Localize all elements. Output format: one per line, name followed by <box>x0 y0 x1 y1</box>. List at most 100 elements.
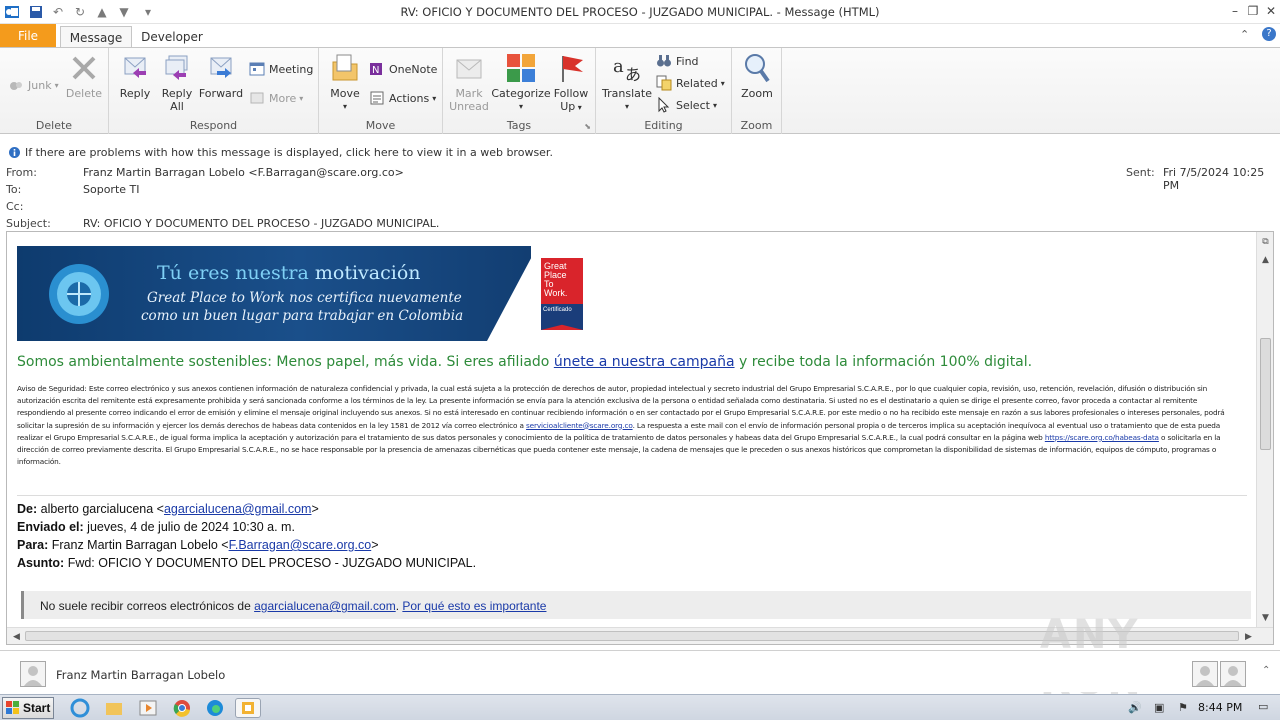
zoom-button[interactable]: Zoom <box>737 52 777 100</box>
join-campaign-link[interactable]: únete a nuestra campaña <box>554 354 735 370</box>
more-respond-button[interactable]: More ▾ <box>249 89 303 107</box>
windows-logo-icon <box>6 701 19 714</box>
select-cursor-icon <box>658 97 670 113</box>
window-title: RV: OFICIO Y DOCUMENTO DEL PROCESO - JUZ… <box>400 5 880 19</box>
gptw-banner-image: Tú eres nuestra motivación Great Place t… <box>17 246 531 341</box>
restore-button[interactable]: ❐ <box>1244 2 1262 20</box>
recipient-email-link[interactable]: F.Barragan@scare.org.co <box>229 538 372 552</box>
select-button[interactable]: Select ▾ <box>656 96 717 114</box>
file-explorer-icon[interactable] <box>104 698 124 718</box>
group-move: Move ▾ N OneNote Actions ▾ Move <box>319 48 443 134</box>
ribbon-tabs: File Message Developer ⌃ ? <box>0 24 1280 48</box>
junk-button[interactable]: Junk ▾ <box>8 76 59 94</box>
title-bar: ↶ ↻ ▲ ▼ ▾ RV: OFICIO Y DOCUMENTO DEL PRO… <box>0 0 1280 24</box>
close-button[interactable]: ✕ <box>1262 2 1280 20</box>
delete-icon <box>72 56 96 80</box>
expand-people-pane-icon[interactable]: ⌃ <box>1262 665 1270 676</box>
translate-button[interactable]: aあ Translate ▾ <box>602 52 652 113</box>
forward-button[interactable]: Forward <box>199 52 243 100</box>
scroll-corner-icon: ⧉ <box>1262 236 1269 247</box>
action-center-flag-icon[interactable]: ⚑ <box>1178 701 1188 714</box>
scroll-left-arrow-icon[interactable]: ◀ <box>9 629 24 644</box>
vertical-scrollbar[interactable]: ⧉ ▲ ▼ <box>1256 232 1273 628</box>
security-disclaimer: Aviso de Seguridad: Este correo electrón… <box>17 384 1225 467</box>
from-value[interactable]: Franz Martin Barragan Lobelo <F.Barragan… <box>83 166 404 179</box>
forwarded-from: De: alberto garcialucena <agarcialucena@… <box>17 502 319 516</box>
scroll-up-arrow-icon[interactable]: ▲ <box>1258 252 1273 267</box>
meeting-button[interactable]: Meeting <box>249 60 313 78</box>
chrome-icon[interactable] <box>172 698 192 718</box>
taskbar-clock[interactable]: 8:44 PM <box>1198 701 1242 714</box>
internet-explorer-icon[interactable] <box>70 698 90 718</box>
categorize-button[interactable]: Categorize ▾ <box>491 52 551 113</box>
find-button[interactable]: Find <box>656 52 699 70</box>
find-binoculars-icon <box>657 55 671 67</box>
forwarded-to: Para: Franz Martin Barragan Lobelo <F.Ba… <box>17 538 379 552</box>
sent-label: Sent: <box>1126 166 1155 179</box>
info-icon <box>9 147 20 158</box>
banner-headline: Tú eres nuestra motivación <box>157 262 421 284</box>
meeting-icon <box>249 62 265 76</box>
minimize-button[interactable]: – <box>1226 2 1244 20</box>
outlook-taskbar-icon[interactable] <box>235 698 261 718</box>
help-icon[interactable]: ? <box>1262 27 1276 41</box>
tab-developer[interactable]: Developer <box>136 26 208 48</box>
people-avatar-1[interactable] <box>1192 661 1218 687</box>
related-icon <box>656 75 672 91</box>
message-body[interactable]: Tú eres nuestra motivación Great Place t… <box>6 231 1274 645</box>
reply-button[interactable]: Reply <box>115 52 155 100</box>
media-player-icon[interactable] <box>138 698 158 718</box>
tab-message[interactable]: Message <box>60 26 132 48</box>
group-label-tags: Tags <box>506 119 532 132</box>
group-label-editing: Editing <box>644 119 683 132</box>
group-zoom: Zoom Zoom <box>732 48 782 134</box>
mark-unread-icon <box>456 59 482 79</box>
start-button[interactable]: Start <box>2 697 54 719</box>
from-label: From: <box>6 166 37 179</box>
why-important-link[interactable]: Por qué esto es importante <box>402 599 546 613</box>
vertical-scroll-thumb[interactable] <box>1260 338 1271 450</box>
categorize-icon <box>507 54 535 82</box>
svg-text:あ: あ <box>625 65 641 84</box>
customer-service-email-link[interactable]: servicioalcliente@scare.org.co <box>526 421 633 430</box>
actions-button[interactable]: Actions ▾ <box>369 89 436 107</box>
people-pane-name[interactable]: Franz Martin Barragan Lobelo <box>56 668 225 682</box>
reply-icon <box>124 57 146 78</box>
collapse-ribbon-icon[interactable]: ⌃ <box>1240 28 1249 41</box>
people-pane: Franz Martin Barragan Lobelo ⌃ <box>0 650 1280 692</box>
tab-file[interactable]: File <box>0 24 56 48</box>
edge-icon[interactable] <box>205 698 225 718</box>
volume-icon[interactable]: 🔊 <box>1128 701 1142 714</box>
to-label: To: <box>6 183 22 196</box>
zoom-magnifier-icon <box>745 54 770 83</box>
sender-email-link[interactable]: agarcialucena@gmail.com <box>164 502 311 516</box>
info-bar[interactable]: If there are problems with how this mess… <box>0 143 1280 161</box>
info-bar-text[interactable]: If there are problems with how this mess… <box>25 146 553 159</box>
mark-unread-button[interactable]: Mark Unread <box>449 52 489 113</box>
scroll-down-arrow-icon[interactable]: ▼ <box>1258 610 1273 625</box>
sent-value: Fri 7/5/2024 10:25 PM <box>1163 166 1265 192</box>
ribbon: Junk ▾ Delete Delete Reply Reply All Forw… <box>0 47 1280 134</box>
onenote-icon: N <box>370 63 382 76</box>
group-editing: aあ Translate ▾ Find Related ▾ Select ▾ Edit… <box>596 48 732 134</box>
follow-up-button[interactable]: Follow Up ▾ <box>551 52 591 114</box>
warning-sender-email-link[interactable]: agarcialucena@gmail.com <box>254 599 396 613</box>
people-avatar-2[interactable] <box>1220 661 1246 687</box>
subject-value: RV: OFICIO Y DOCUMENTO DEL PROCESO - JUZ… <box>83 217 440 230</box>
onenote-button[interactable]: N OneNote <box>369 60 437 78</box>
network-icon[interactable]: ▣ <box>1154 701 1164 714</box>
scare-seal-logo <box>49 264 109 324</box>
delete-button[interactable]: Delete <box>64 52 104 100</box>
junk-icon <box>10 82 22 90</box>
forward-icon <box>210 57 232 78</box>
group-delete: Junk ▾ Delete Delete <box>0 48 109 134</box>
move-button[interactable]: Move ▾ <box>325 52 365 113</box>
group-tags: Mark Unread Categorize ▾ Follow Up ▾ ⬊ Ta… <box>443 48 596 134</box>
group-label-move: Move <box>365 119 396 132</box>
reply-all-button[interactable]: Reply All <box>157 52 197 113</box>
to-value[interactable]: Soporte TI <box>83 183 140 196</box>
scroll-right-arrow-icon[interactable]: ▶ <box>1241 629 1256 644</box>
show-desktop-icon[interactable]: ▭ <box>1258 700 1268 713</box>
habeas-data-link[interactable]: https://scare.org.co/habeas-data <box>1045 433 1159 442</box>
related-button[interactable]: Related ▾ <box>656 74 725 92</box>
